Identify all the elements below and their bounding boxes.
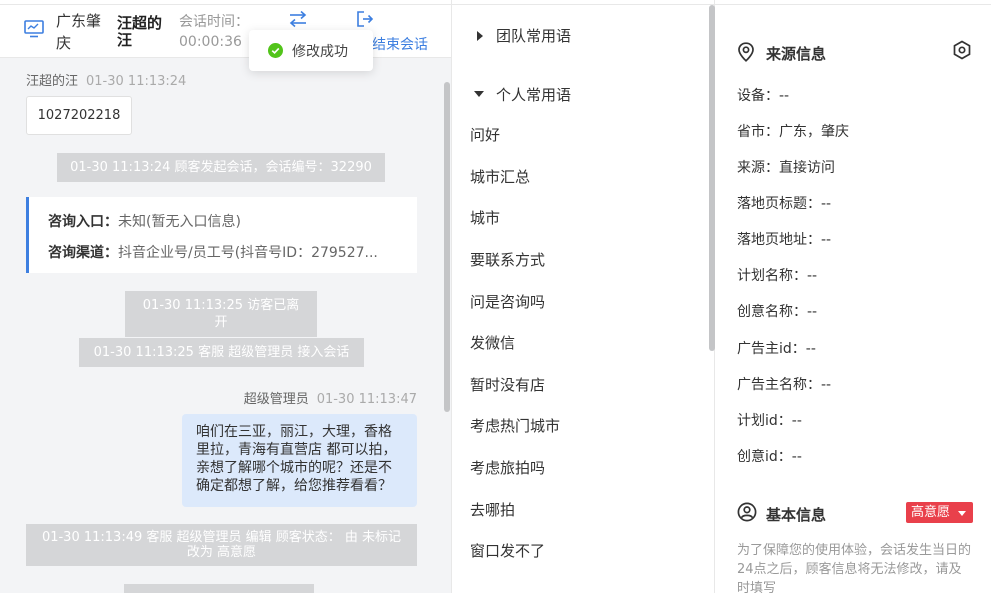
session-time-value: 00:00:36 [179, 34, 242, 50]
phrase-item[interactable]: 问好 [470, 124, 500, 145]
source-advertiser-name: 广告主名称：-- [737, 377, 832, 393]
phrase-item[interactable]: 考虑旅拍吗 [470, 457, 545, 478]
team-phrases-label: 团队常用语 [496, 27, 572, 45]
phrase-item[interactable]: 窗口发不了 [470, 540, 545, 561]
source-plan-id: 计划id：-- [737, 413, 802, 429]
customer-status-dropdown[interactable]: 高意愿 [906, 502, 973, 523]
session-time-label: 会话时间： [179, 14, 249, 30]
source-device: 设备：-- [737, 88, 790, 104]
exit-icon[interactable] [356, 10, 374, 28]
system-message-partial [124, 584, 314, 593]
edit-notice: 为了保障您的使用体验，会话发生当日的24点之后，顾客信息将无法修改，请及时填写 [737, 543, 972, 593]
user-circle-icon [737, 502, 757, 522]
system-message-start: 01-30 11:13:24 顾客发起会话，会话编号：32290 [57, 153, 385, 182]
consult-entry: 咨询入口：未知(暂无入口信息) [48, 211, 241, 231]
consult-channel-label: 咨询渠道： [48, 245, 118, 261]
agent-message-time: 01-30 11:13:47 [316, 392, 417, 407]
source-province-city: 省市：广东，肇庆 [737, 124, 849, 140]
visitor-name: 汪超的汪 [117, 14, 163, 49]
phrase-item[interactable]: 城市汇总 [470, 166, 530, 187]
system-message-join: 01-30 11:13:25 客服 超级管理员 接入会话 [79, 338, 364, 367]
message-meta: 汪超的汪 01-30 11:13:24 [26, 70, 186, 89]
personal-phrases-label: 个人常用语 [496, 86, 572, 104]
phrase-item[interactable]: 城市 [470, 207, 500, 228]
phrase-item[interactable]: 暂时没有店 [470, 374, 545, 395]
top-divider [0, 0, 991, 5]
phrase-item[interactable]: 考虑热门城市 [470, 415, 560, 436]
source-advertiser-id: 广告主id：-- [737, 341, 816, 357]
check-circle-icon [268, 43, 283, 58]
settings-hex-icon[interactable] [952, 40, 972, 60]
visitor-message: 1027202218 [26, 96, 132, 135]
caret-right-icon [477, 31, 483, 41]
consult-entry-label: 咨询入口： [48, 214, 118, 230]
end-session-button[interactable]: 结束会话 [372, 34, 428, 54]
phrase-item[interactable]: 问是咨询吗 [470, 291, 545, 312]
consult-channel-value: 抖音企业号/员工号(抖音号ID：279527... [118, 245, 378, 261]
phrases-scrollbar[interactable] [709, 5, 715, 351]
source-creative-id: 创意id：-- [737, 449, 802, 465]
success-toast: 修改成功 [249, 30, 373, 71]
chat-scrollbar[interactable] [444, 82, 450, 412]
source-landing-url: 落地页地址：-- [737, 232, 832, 248]
transfer-icon[interactable] [288, 10, 308, 28]
visitor-location: 广东肇庆 [56, 12, 102, 52]
source-creative-name: 创意名称：-- [737, 304, 818, 320]
location-pin-icon [738, 42, 754, 62]
source-origin: 来源：直接访问 [737, 160, 835, 176]
source-plan-name: 计划名称：-- [737, 268, 818, 284]
source-info-title: 来源信息 [766, 45, 827, 63]
phrase-item[interactable]: 发微信 [470, 332, 515, 353]
customer-status-label: 高意愿 [911, 505, 951, 520]
monitor-icon [24, 20, 44, 38]
caret-down-icon [474, 91, 484, 97]
phrase-item[interactable]: 要联系方式 [470, 249, 545, 270]
dropdown-caret-icon [958, 511, 966, 516]
common-phrases-panel: 团队常用语 个人常用语 问好 城市汇总 城市 要联系方式 问是咨询吗 发微信 暂… [451, 0, 715, 593]
agent-name: 超级管理员 [243, 392, 309, 407]
sender-name: 汪超的汪 [26, 74, 79, 89]
customer-info-panel: 来源信息 设备：-- 省市：广东，肇庆 来源：直接访问 落地页标题：-- 落地页… [716, 0, 991, 593]
agent-message-meta: 超级管理员 01-30 11:13:47 [244, 388, 417, 407]
chat-panel: 广东肇庆 汪超的汪 会话时间： 00:00:36 结束会话 修改成功 汪超的汪 … [0, 0, 451, 593]
toast-message: 修改成功 [292, 44, 348, 60]
chat-header: 广东肇庆 汪超的汪 会话时间： 00:00:36 结束会话 [0, 0, 451, 58]
consult-info-card: 咨询入口：未知(暂无入口信息) 咨询渠道：抖音企业号/员工号(抖音号ID：279… [26, 197, 417, 273]
consult-entry-value: 未知(暂无入口信息) [118, 214, 241, 230]
source-landing-title: 落地页标题：-- [737, 196, 832, 212]
basic-info-title: 基本信息 [766, 506, 827, 524]
message-time: 01-30 11:13:24 [86, 74, 187, 89]
agent-message-bubble: 咱们在三亚，丽江，大理，香格里拉，青海有直营店 都可以拍，亲想了解哪个城市的呢？… [182, 414, 417, 507]
phrase-item[interactable]: 去哪拍 [470, 499, 515, 520]
system-message-left: 01-30 11:13:25 访客已离开 [125, 291, 317, 337]
consult-channel: 咨询渠道：抖音企业号/员工号(抖音号ID：279527... [48, 242, 378, 262]
app-root: 广东肇庆 汪超的汪 会话时间： 00:00:36 结束会话 修改成功 汪超的汪 … [0, 0, 991, 593]
system-message-edit: 01-30 11:13:49 客服 超级管理员 编辑 顾客状态： 由 未标记 改… [26, 524, 417, 566]
